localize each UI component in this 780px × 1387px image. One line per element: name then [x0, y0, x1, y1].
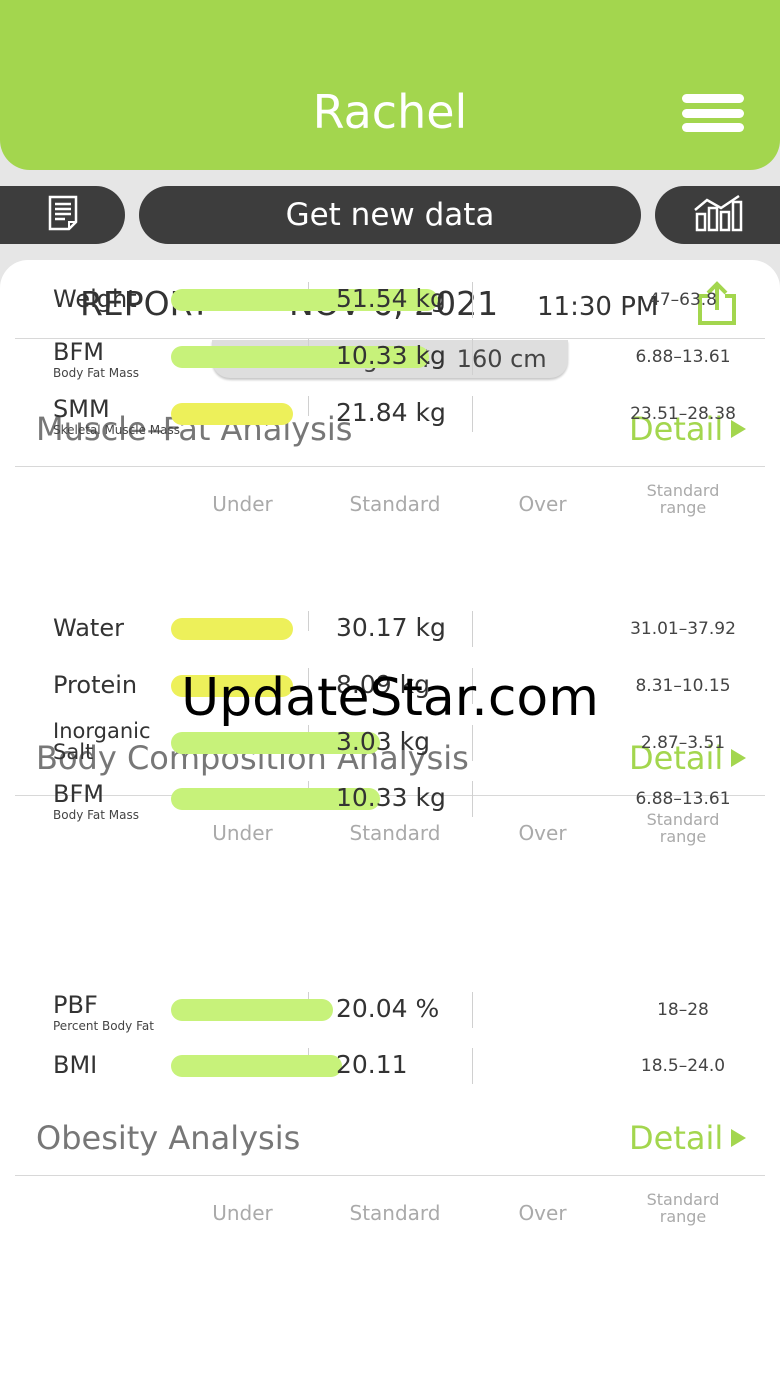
column-header-over: Over: [518, 821, 567, 845]
range-header-line2: range: [659, 1207, 707, 1226]
standard-range: 31.01–37.92: [630, 619, 736, 639]
play-arrow-icon: [731, 1129, 747, 1147]
scale-divider: [472, 611, 473, 647]
metric-value: 21.84 kg: [336, 398, 446, 427]
level-bar: [171, 999, 333, 1021]
column-header-standard: Standard: [349, 821, 441, 845]
metric-name: BFM: [53, 780, 104, 808]
divider: [15, 338, 765, 339]
watermark-text: UpdateStar.com: [181, 668, 599, 728]
report-card: REPORT NOV 6, 2021 11:30 PM Female Age 2…: [0, 260, 780, 1387]
detail-link[interactable]: Detail: [629, 1119, 747, 1157]
standard-range: 2.87–3.51: [640, 733, 726, 753]
bar-chart-icon: [693, 194, 743, 236]
range-header-line1: Standard: [646, 481, 720, 500]
metric-subtitle: Body Fat Mass: [53, 366, 139, 380]
level-bar: [171, 1055, 342, 1077]
metric-subtitle: Percent Body Fat: [53, 1019, 154, 1033]
standard-range: 18.5–24.0: [640, 1056, 726, 1076]
metric-value: 51.54 kg: [336, 284, 446, 313]
scale-divider: [472, 992, 473, 1028]
scale-divider: [472, 339, 473, 375]
metric-value: 3.03 kg: [336, 727, 430, 756]
column-header-standard: Standard: [349, 1201, 441, 1225]
toolbar: Get new data: [0, 186, 780, 244]
detail-label: Detail: [629, 1119, 724, 1157]
metric-value: 10.33 kg: [336, 341, 446, 370]
metric-subtitle: Skeletal Muscle Mass: [53, 423, 180, 437]
metric-value: 30.17 kg: [336, 613, 446, 642]
column-header-over: Over: [518, 492, 567, 516]
app-header: Rachel: [0, 0, 780, 170]
range-header-line1: Standard: [646, 1190, 720, 1209]
column-header-under: Under: [212, 492, 273, 516]
column-header-range: Standard range: [630, 482, 736, 516]
scale-divider: [472, 725, 473, 761]
metric-name: PBF: [53, 991, 98, 1019]
standard-range: 47–63.8: [649, 290, 717, 310]
column-header-under: Under: [212, 821, 273, 845]
range-header-line1: Standard: [646, 810, 720, 829]
scale-divider: [472, 781, 473, 817]
column-header-over: Over: [518, 1201, 567, 1225]
metric-name: Water: [53, 614, 124, 642]
history-report-button[interactable]: [0, 186, 125, 244]
get-new-data-button[interactable]: Get new data: [139, 186, 641, 244]
metric-name: Weight: [53, 285, 137, 313]
height-label: 160 cm: [456, 345, 547, 373]
column-header-standard: Standard: [349, 492, 441, 516]
standard-range: 18–28: [657, 1000, 709, 1020]
level-bar: [171, 403, 293, 425]
trend-chart-button[interactable]: [655, 186, 780, 244]
document-icon: [47, 194, 79, 236]
column-header-range: Standard range: [630, 811, 736, 845]
range-header-line2: range: [659, 827, 707, 846]
metric-name: SMM: [53, 395, 110, 423]
column-header-under: Under: [212, 1201, 273, 1225]
scale-divider: [308, 396, 309, 416]
metric-name: BFM: [53, 338, 104, 366]
divider: [15, 466, 765, 467]
metric-value: 20.11: [336, 1050, 408, 1079]
column-header-range: Standard range: [630, 1191, 736, 1225]
metric-value: 10.33 kg: [336, 783, 446, 812]
standard-range: 6.88–13.61: [635, 347, 731, 367]
scale-divider: [308, 611, 309, 631]
metric-value: 20.04 %: [336, 994, 440, 1023]
hamburger-menu-icon[interactable]: [682, 94, 744, 132]
metric-name: BMI: [53, 1051, 98, 1079]
scale-divider: [472, 396, 473, 432]
scale-divider: [472, 1048, 473, 1084]
scale-divider: [472, 282, 473, 318]
standard-range: 6.88–13.61: [635, 789, 731, 809]
user-name-title: Rachel: [312, 85, 468, 139]
metric-subtitle: Body Fat Mass: [53, 808, 139, 822]
divider: [15, 1175, 765, 1176]
level-bar: [171, 618, 293, 640]
section-title: Obesity Analysis: [36, 1119, 301, 1157]
standard-range: 23.51–28.38: [630, 404, 736, 424]
range-header-line2: range: [659, 498, 707, 517]
